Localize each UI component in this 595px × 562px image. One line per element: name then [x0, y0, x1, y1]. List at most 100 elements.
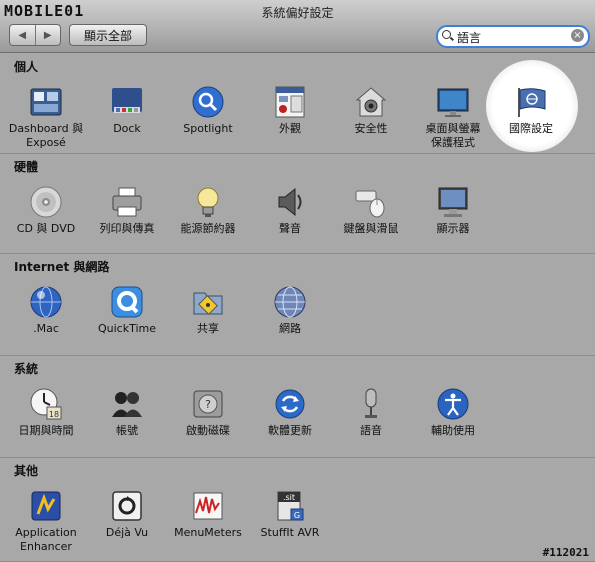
section-4: 系統 18 日期與時間 帳號? 啟動磁碟 軟體更新 語音 輔助使用 — [0, 355, 595, 458]
pref-pane-item[interactable]: 外觀 — [250, 85, 330, 136]
pref-pane-item[interactable]: .Mac — [6, 285, 86, 336]
section-2: 硬體 CD 與 DVD 列印與傳真 能源節約器 聲音 鍵盤與滑鼠 顯示器 — [0, 153, 595, 254]
section-5: 其他 Application Enhancer Déjà Vu MenuMeters.… — [0, 457, 595, 562]
dock-icon — [110, 85, 144, 119]
pref-pane-label: CD 與 DVD — [16, 222, 76, 235]
pref-pane-label: 輔助使用 — [431, 424, 475, 437]
quicktime-icon — [110, 285, 144, 319]
pref-pane-label: Déjà Vu — [105, 526, 149, 539]
pref-pane-item[interactable]: QuickTime — [87, 285, 167, 336]
window-title: 系統偏好設定 — [261, 6, 334, 20]
bulb-icon — [191, 185, 225, 219]
pref-pane-item[interactable]: 網路 — [250, 285, 330, 336]
pref-pane-label: Dock — [113, 122, 141, 135]
desktop-icon — [436, 85, 470, 119]
pref-pane-label: Dashboard 與 Exposé — [8, 122, 84, 149]
microphone-icon — [354, 387, 388, 421]
dejavu-icon — [110, 489, 144, 523]
pref-pane-item[interactable]: Dock — [87, 85, 167, 136]
mac-globe-icon — [29, 285, 63, 319]
pref-pane-item[interactable]: 安全性 — [331, 85, 411, 136]
pref-pane-item[interactable]: 共享 — [168, 285, 248, 336]
pref-pane-label: 帳號 — [116, 424, 138, 437]
section-title: 硬體 — [14, 160, 39, 174]
pref-pane-item[interactable]: 軟體更新 — [250, 387, 330, 438]
search-icon — [442, 30, 451, 39]
security-icon — [354, 85, 388, 119]
pref-pane-label: 安全性 — [354, 122, 388, 135]
show-all-button[interactable]: 顯示全部 — [69, 24, 147, 46]
pref-pane-label: Application Enhancer — [15, 526, 77, 553]
accounts-icon — [110, 387, 144, 421]
accessibility-icon — [436, 387, 470, 421]
application-enhancer-icon — [29, 489, 63, 523]
svg-text:G: G — [294, 511, 300, 520]
pref-pane-item[interactable]: Déjà Vu — [87, 489, 167, 540]
section-1: 個人 Dashboard 與 Exposé Dock Spotlight 外觀 安全性 桌面… — [0, 53, 595, 154]
pref-pane-item[interactable]: 國際設定 — [491, 85, 571, 136]
section-title: Internet 與網路 — [14, 260, 110, 274]
clear-search-icon[interactable]: × — [571, 29, 584, 42]
pref-pane-label: 共享 — [197, 322, 219, 335]
pref-pane-item[interactable]: 帳號 — [87, 387, 167, 438]
pref-pane-label: 顯示器 — [436, 222, 470, 235]
spotlight-icon — [191, 85, 225, 119]
pref-pane-label: .Mac — [33, 322, 59, 335]
pref-pane-item[interactable]: Spotlight — [168, 85, 248, 136]
pref-pane-label: 軟體更新 — [268, 424, 312, 437]
pref-pane-item[interactable]: MenuMeters — [168, 489, 248, 540]
forward-arrow-icon[interactable]: ▶ — [34, 25, 61, 45]
svg-text:?: ? — [205, 398, 211, 411]
watermark: #112021 — [542, 546, 589, 559]
sharing-icon — [191, 285, 225, 319]
stuffit-icon: .sit G — [273, 489, 307, 523]
cd-icon — [29, 185, 63, 219]
section-title: 系統 — [14, 362, 39, 376]
pref-pane-label: 網路 — [279, 322, 301, 335]
speaker-icon — [273, 185, 307, 219]
pref-pane-label: 日期與時間 — [18, 424, 74, 437]
pref-pane-item[interactable]: CD 與 DVD — [6, 185, 86, 236]
network-icon — [273, 285, 307, 319]
pref-pane-label: Spotlight — [183, 122, 233, 135]
search-field[interactable]: 語言 × — [436, 25, 590, 48]
printer-icon — [110, 185, 144, 219]
pref-pane-label: 列印與傳真 — [99, 222, 155, 235]
pref-pane-item[interactable]: 語音 — [331, 387, 411, 438]
update-icon — [273, 387, 307, 421]
dashboard-icon — [29, 85, 63, 119]
pref-pane-item[interactable]: 顯示器 — [413, 185, 493, 236]
pref-pane-label: 鍵盤與滑鼠 — [343, 222, 399, 235]
pref-pane-label: 啟動磁碟 — [186, 424, 230, 437]
pref-pane-item[interactable]: 輔助使用 — [413, 387, 493, 438]
pref-pane-label: QuickTime — [97, 322, 157, 335]
pref-pane-label: 國際設定 — [509, 122, 553, 135]
pref-pane-item[interactable]: .sit G StuffIt AVR — [250, 489, 330, 540]
pref-pane-item[interactable]: 列印與傳真 — [87, 185, 167, 236]
disk-icon: ? — [191, 387, 225, 421]
pref-pane-item[interactable]: Dashboard 與 Exposé — [6, 85, 86, 150]
svg-text:18: 18 — [49, 410, 59, 419]
menumeters-icon — [191, 489, 225, 523]
pref-pane-item[interactable]: 能源節約器 — [168, 185, 248, 236]
section-title: 其他 — [14, 464, 39, 478]
pref-pane-label: 能源節約器 — [180, 222, 236, 235]
pref-pane-item[interactable]: 18 日期與時間 — [6, 387, 86, 438]
pref-pane-item[interactable]: Application Enhancer — [6, 489, 86, 554]
section-title: 個人 — [14, 60, 39, 74]
toolbar: MOBILE01 系統偏好設定 ◀ ▶ 顯示全部 語言 × — [0, 0, 595, 53]
pref-pane-item[interactable]: 鍵盤與滑鼠 — [331, 185, 411, 236]
appearance-icon — [273, 85, 307, 119]
display-icon — [436, 185, 470, 219]
section-3: Internet 與網路 .Mac QuickTime 共享 網路 — [0, 253, 595, 356]
search-input[interactable]: 語言 — [457, 29, 481, 46]
international-flag-icon — [514, 85, 548, 119]
pref-pane-label: MenuMeters — [174, 526, 242, 539]
svg-text:.sit: .sit — [283, 493, 295, 502]
pref-pane-label: 桌面與螢幕 保護程式 — [425, 122, 481, 149]
pref-pane-item[interactable]: 桌面與螢幕 保護程式 — [413, 85, 493, 150]
back-arrow-icon[interactable]: ◀ — [10, 25, 35, 45]
pref-pane-item[interactable]: ? 啟動磁碟 — [168, 387, 248, 438]
pref-pane-label: StuffIt AVR — [260, 526, 320, 539]
pref-pane-item[interactable]: 聲音 — [250, 185, 330, 236]
